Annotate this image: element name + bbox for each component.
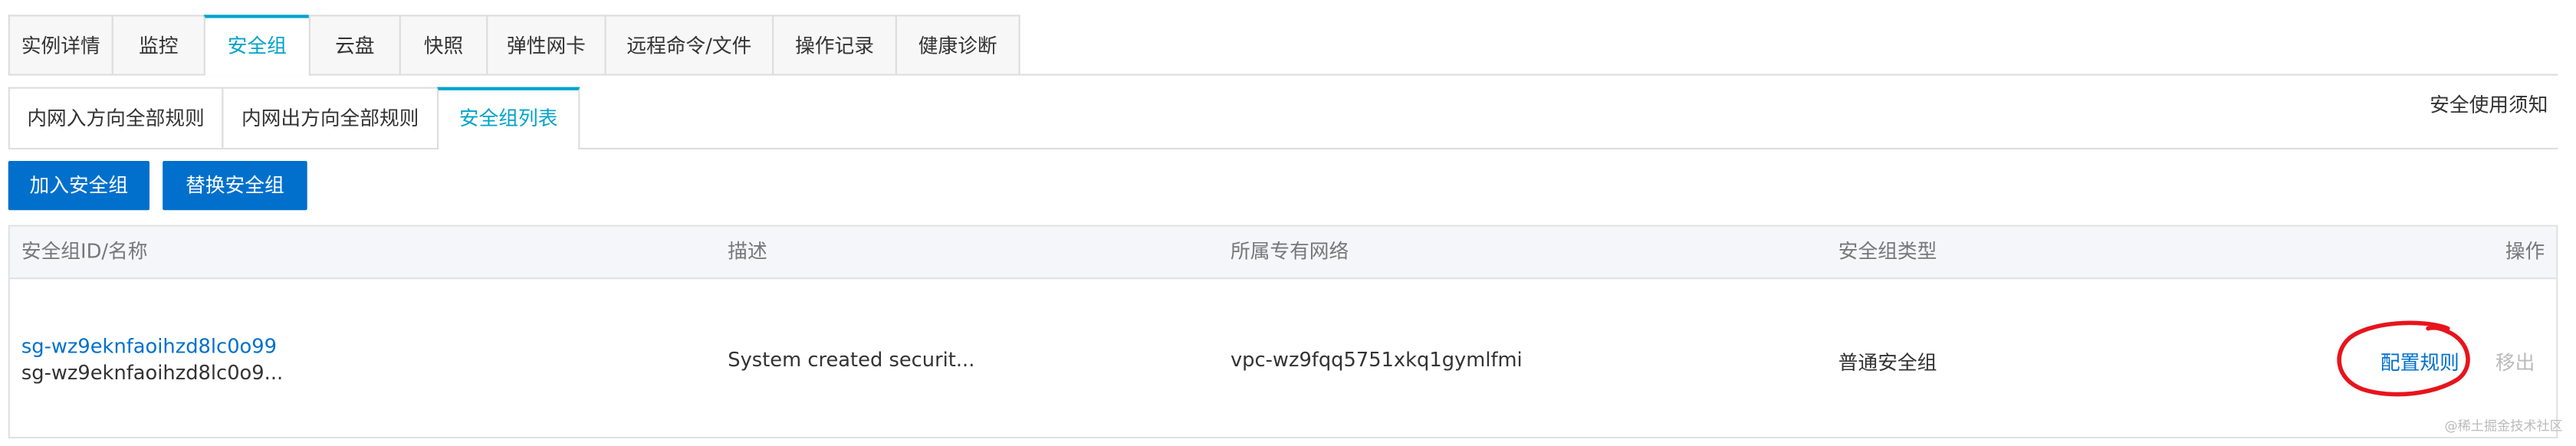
tab-security-group-list[interactable]: 安全组列表 — [436, 87, 580, 149]
sub-tab-bar: 内网入方向全部规则 内网出方向全部规则 安全组列表 — [8, 87, 2558, 149]
table-row: sg-wz9eknfaoihzd8lc0o99 sg-wz9eknfaoihzd… — [10, 279, 2556, 437]
tab-health-diagnosis[interactable]: 健康诊断 — [895, 15, 1020, 74]
tab-elastic-nic[interactable]: 弹性网卡 — [486, 15, 606, 74]
tab-instance-details[interactable]: 实例详情 — [8, 15, 113, 74]
header-actions: 操作 — [2505, 239, 2545, 263]
tab-security-group[interactable]: 安全组 — [203, 15, 310, 76]
security-group-id-link[interactable]: sg-wz9eknfaoihzd8lc0o99 — [21, 335, 277, 358]
header-id-name: 安全组ID/名称 — [21, 239, 148, 263]
tab-outbound-rules[interactable]: 内网出方向全部规则 — [222, 87, 439, 148]
header-vpc: 所属专有网络 — [1230, 239, 1349, 263]
top-tab-bar: 实例详情 监控 安全组 云盘 快照 弹性网卡 远程命令/文件 操作记录 健康诊断 — [8, 15, 2558, 76]
remove-link: 移出 — [2495, 351, 2535, 375]
table-header: 安全组ID/名称 描述 所属专有网络 安全组类型 操作 — [9, 226, 2557, 280]
security-group-vpc: vpc-wz9fqq5751xkq1gymlfmi — [1230, 348, 1523, 372]
security-group-description: System created securit... — [728, 348, 975, 372]
tab-snapshot[interactable]: 快照 — [399, 15, 488, 74]
watermark: @稀土掘金技术社区 — [2444, 418, 2563, 434]
header-type: 安全组类型 — [1838, 239, 1937, 263]
replace-security-group-button[interactable]: 替换安全组 — [163, 160, 307, 211]
join-security-group-button[interactable]: 加入安全组 — [8, 160, 150, 211]
tab-monitoring[interactable]: 监控 — [111, 15, 205, 74]
security-group-type: 普通安全组 — [1838, 351, 1937, 375]
tab-operation-log[interactable]: 操作记录 — [772, 15, 897, 74]
tab-inbound-rules[interactable]: 内网入方向全部规则 — [8, 87, 224, 148]
security-group-panel: 实例详情 监控 安全组 云盘 快照 弹性网卡 远程命令/文件 操作记录 健康诊断… — [0, 0, 2576, 445]
security-notice-link[interactable]: 安全使用须知 — [2430, 90, 2548, 118]
header-description: 描述 — [728, 239, 767, 263]
configure-rules-link[interactable]: 配置规则 — [2380, 348, 2459, 375]
tab-cloud-disk[interactable]: 云盘 — [308, 15, 401, 74]
tab-remote-command[interactable]: 远程命令/文件 — [604, 15, 774, 74]
security-group-name: sg-wz9eknfaoihzd8lc0o9... — [21, 361, 284, 385]
security-group-table: 安全组ID/名称 描述 所属专有网络 安全组类型 操作 sg-wz9eknfao… — [8, 225, 2558, 439]
